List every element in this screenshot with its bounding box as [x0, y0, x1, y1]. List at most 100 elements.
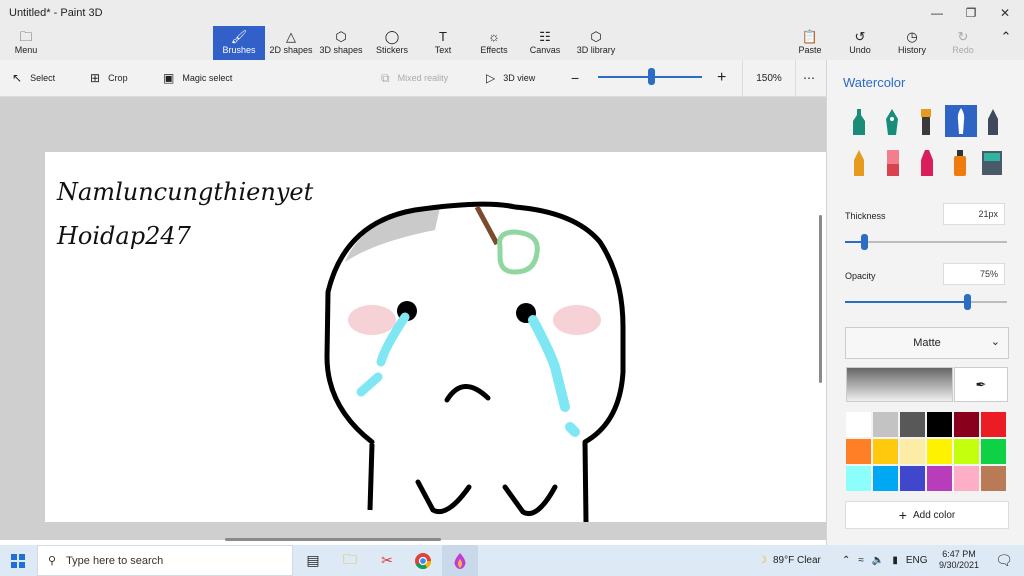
opacity-input[interactable]: 75%	[943, 263, 1005, 285]
chrome-icon[interactable]	[405, 545, 441, 576]
tab-stickers[interactable]: ◯ Stickers	[372, 26, 412, 60]
zoom-in-button[interactable]: +	[717, 60, 726, 96]
tab-canvas[interactable]: ☷ Canvas	[527, 26, 563, 60]
color-swatch-15[interactable]	[899, 465, 926, 492]
cube-icon: ⬡	[335, 29, 347, 44]
mixed-reality-button[interactable]: ⧉ Mixed reality	[381, 60, 448, 96]
canvas-label: Canvas	[529, 45, 561, 55]
thickness-input[interactable]: 21px	[943, 203, 1005, 225]
color-swatch-10[interactable]	[926, 438, 953, 465]
tab-effects[interactable]: ☼ Effects	[477, 26, 511, 60]
color-preview[interactable]	[846, 367, 953, 402]
foot-right	[502, 484, 558, 516]
oil-brush-icon[interactable]	[914, 107, 938, 137]
finish-dropdown[interactable]: Matte ⌄	[845, 327, 1009, 359]
color-swatch-7[interactable]	[845, 438, 872, 465]
thickness-thumb[interactable]	[861, 234, 869, 250]
maximize-button[interactable]: ❐	[954, 0, 988, 26]
opacity-slider[interactable]	[845, 301, 1007, 303]
thickness-slider[interactable]	[845, 241, 1007, 243]
zoom-slider-thumb[interactable]	[648, 68, 655, 85]
tab-brushes[interactable]: 🖌 Brushes	[213, 26, 265, 60]
color-swatch-1[interactable]	[845, 411, 872, 438]
color-swatch-8[interactable]	[872, 438, 899, 465]
redo-button[interactable]: ↻ Redo	[950, 26, 976, 60]
stem-stroke	[474, 205, 500, 246]
window-title: Untitled* - Paint 3D	[9, 7, 103, 19]
chevron-up-icon[interactable]: ⌃	[842, 555, 850, 566]
color-swatch-9[interactable]	[899, 438, 926, 465]
paste-button[interactable]: 📋 Paste	[796, 26, 824, 60]
network-icon[interactable]: ≈	[858, 555, 864, 566]
horizontal-scrollbar[interactable]	[225, 538, 441, 541]
drawing-canvas[interactable]: Namluncungthienyet Hoidap247	[45, 152, 826, 522]
eraser-icon[interactable]	[881, 148, 905, 178]
vertical-scrollbar[interactable]	[819, 215, 822, 383]
highlighter-icon[interactable]	[915, 148, 939, 178]
calligraphy-pen-icon[interactable]	[880, 107, 904, 137]
zoom-level[interactable]: 150%	[742, 60, 796, 96]
history-button[interactable]: ◷ History	[895, 26, 929, 60]
magic-select-button[interactable]: ▣ Magic select	[163, 60, 232, 96]
more-options-button[interactable]: ⋯	[803, 60, 815, 96]
close-button[interactable]: ✕	[988, 0, 1022, 26]
windows-start-icon[interactable]	[0, 545, 36, 576]
volume-icon[interactable]: 🔈	[872, 555, 884, 566]
system-tray: ⌃ ≈ 🔈 ▮ ENG	[842, 545, 928, 576]
tear-right	[528, 315, 580, 437]
spray-can-icon[interactable]	[948, 148, 972, 178]
color-swatch-5[interactable]	[953, 411, 980, 438]
paint-3d-taskbar-icon[interactable]	[442, 545, 478, 576]
color-swatch-12[interactable]	[980, 438, 1007, 465]
color-swatch-11[interactable]	[953, 438, 980, 465]
crayon-icon[interactable]	[847, 148, 871, 178]
color-swatch-16[interactable]	[926, 465, 953, 492]
marker-icon[interactable]	[847, 107, 871, 137]
taskbar-search-input[interactable]: ⚲ Type here to search	[37, 545, 293, 576]
mixed-reality-label: Mixed reality	[397, 73, 449, 83]
color-swatch-14[interactable]	[872, 465, 899, 492]
opacity-fill	[845, 301, 967, 303]
blush-right	[553, 305, 601, 335]
color-swatch-4[interactable]	[926, 411, 953, 438]
color-swatch-13[interactable]	[845, 465, 872, 492]
select-button[interactable]: ↖ Select	[12, 60, 55, 96]
3d-view-button[interactable]: ▷ 3D view	[486, 60, 535, 96]
blush-left	[348, 305, 396, 335]
color-swatch-3[interactable]	[899, 411, 926, 438]
crop-label: Crop	[108, 73, 128, 83]
color-swatch-18[interactable]	[980, 465, 1007, 492]
collapse-ribbon-button[interactable]: ⌃	[996, 26, 1016, 60]
color-swatch-2[interactable]	[872, 411, 899, 438]
color-swatch-17[interactable]	[953, 465, 980, 492]
tab-2d-shapes[interactable]: △ 2D shapes	[267, 26, 315, 60]
add-color-button[interactable]: + Add color	[845, 501, 1009, 529]
clock[interactable]: 6:47 PM 9/30/2021	[936, 549, 982, 571]
search-placeholder: Type here to search	[66, 554, 164, 567]
weather-widget[interactable]: ☽ 89°F Clear	[758, 545, 821, 576]
undo-icon: ↺	[854, 29, 866, 44]
task-view-icon[interactable]: ▤	[295, 545, 331, 576]
chevron-down-icon: ⌄	[990, 336, 1000, 348]
color-swatch-6[interactable]	[980, 411, 1007, 438]
file-explorer-icon[interactable]: 🗀	[332, 545, 368, 576]
3d-view-label: 3D view	[503, 73, 536, 83]
pencil-icon[interactable]	[981, 107, 1005, 137]
menu-button[interactable]: 🗀 Menu	[8, 26, 44, 60]
crop-button[interactable]: ⊞ Crop	[90, 60, 128, 96]
watercolor-icon[interactable]	[945, 105, 977, 137]
notifications-icon[interactable]: 🗨	[986, 545, 1022, 576]
battery-icon[interactable]: ▮	[892, 555, 898, 566]
tab-3d-shapes[interactable]: ⬡ 3D shapes	[318, 26, 364, 60]
opacity-thumb[interactable]	[963, 294, 971, 310]
zoom-out-button[interactable]: −	[571, 60, 579, 96]
tab-text[interactable]: T Text	[428, 26, 458, 60]
minimize-button[interactable]: —	[920, 0, 954, 26]
eyedropper-icon[interactable]: ✒	[954, 367, 1008, 402]
language-indicator[interactable]: ENG	[906, 555, 928, 566]
tab-3d-library[interactable]: ⬡ 3D library	[575, 26, 617, 60]
fill-bucket-icon[interactable]	[980, 148, 1004, 178]
snip-sketch-icon[interactable]: ✂	[369, 545, 405, 576]
undo-button[interactable]: ↺ Undo	[846, 26, 874, 60]
brushes-label: Brushes	[222, 45, 256, 55]
